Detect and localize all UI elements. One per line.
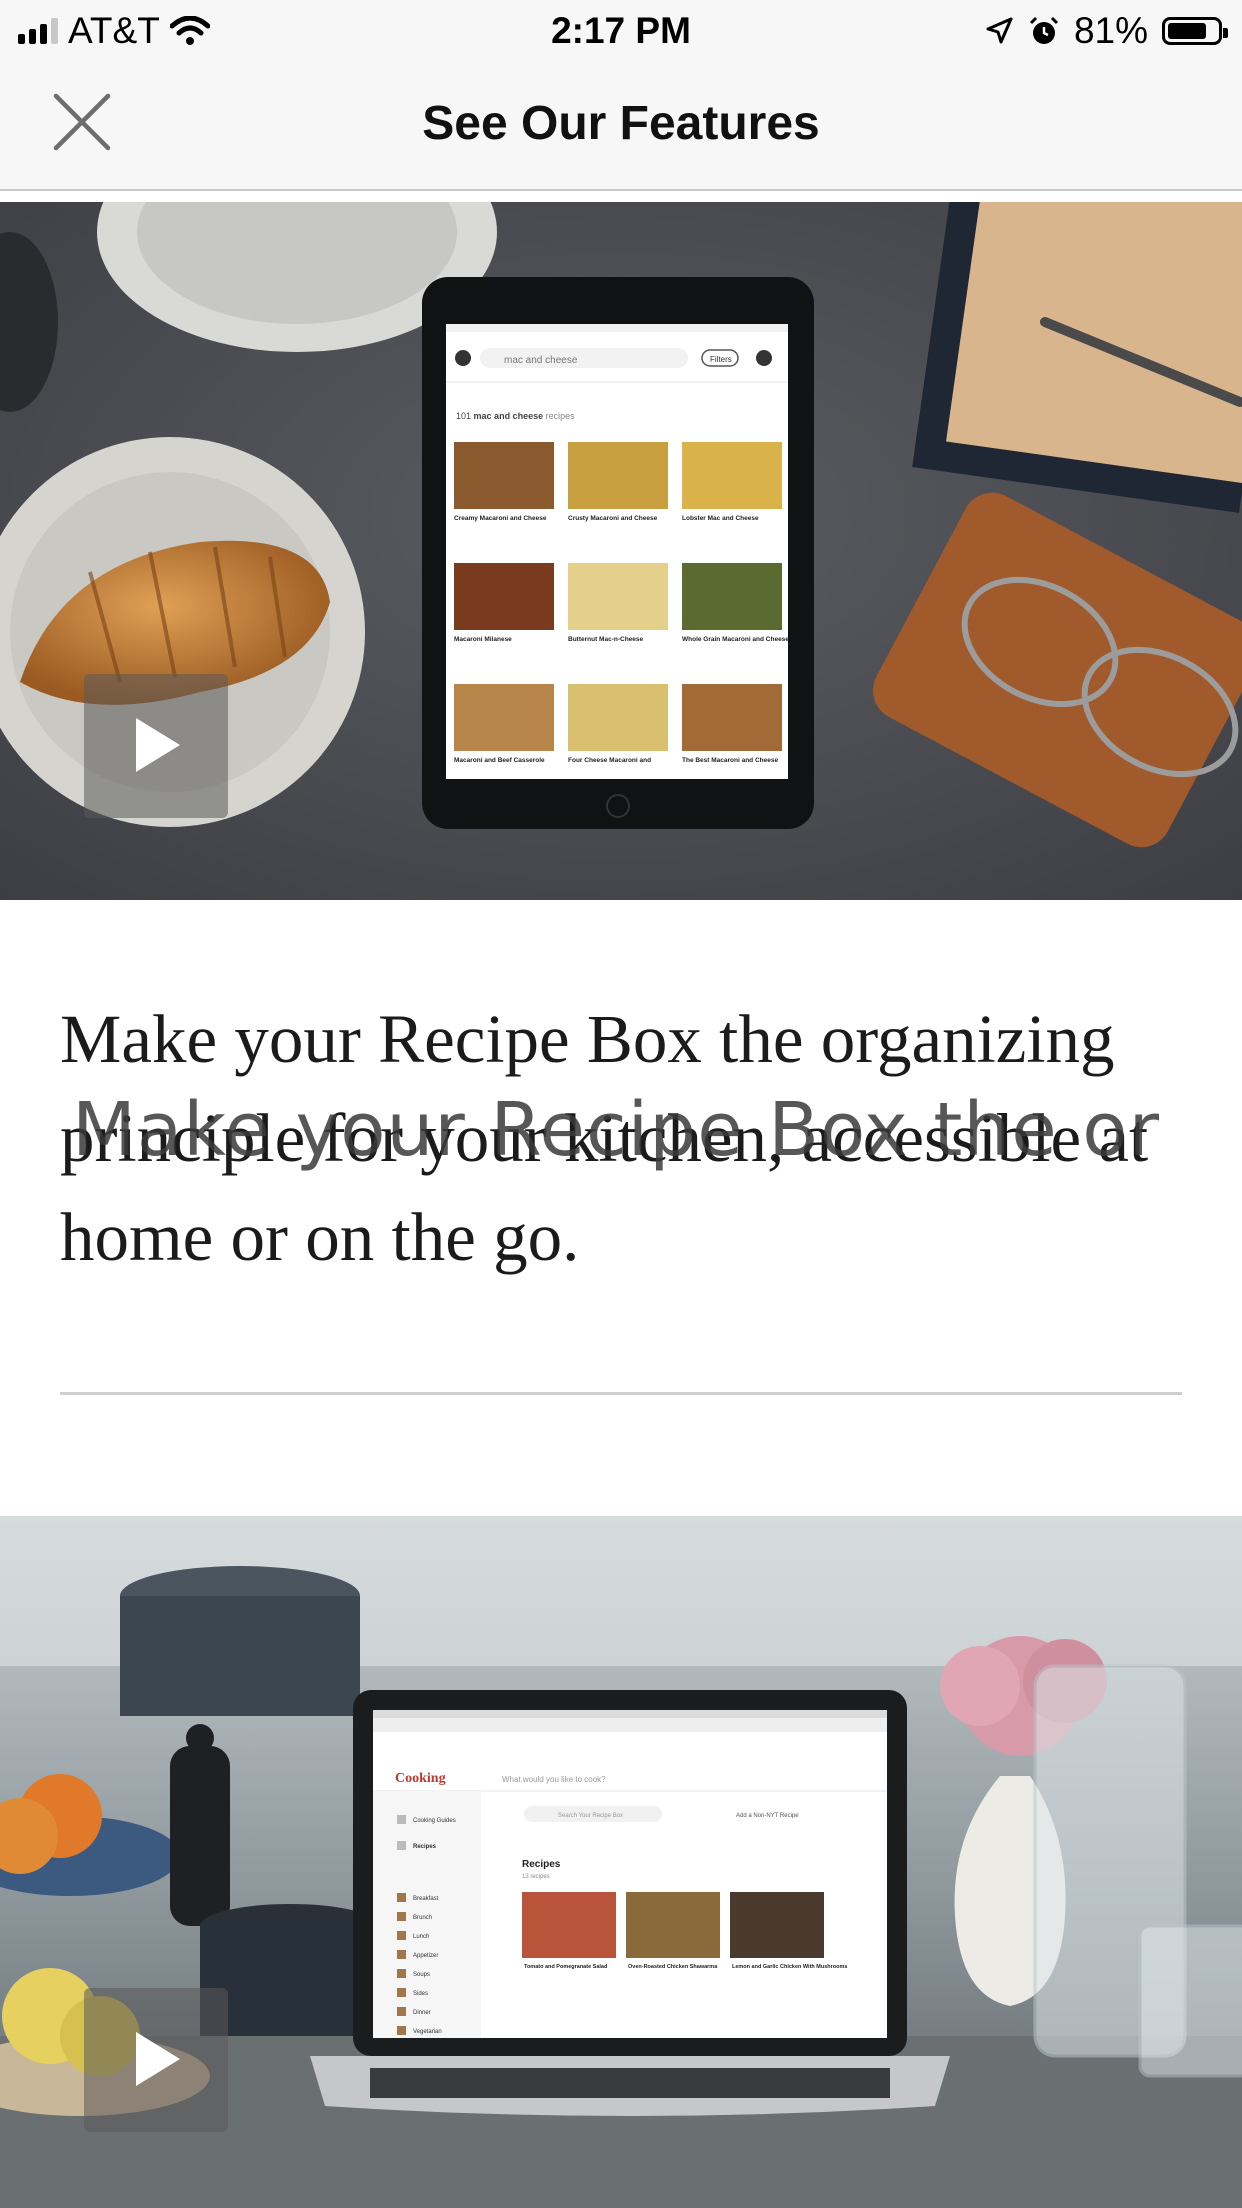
tablet-recipe-title: Creamy Macaroni and Cheese	[454, 515, 547, 522]
battery-percent: 81%	[1073, 10, 1148, 51]
laptop-sidebar-item: Lunch	[413, 1934, 429, 1940]
tablet-filters: Filters	[710, 355, 732, 364]
laptop-recipe-title: Oven-Roasted Chicken Shawarma	[628, 1964, 718, 1970]
status-bar: AT&T 2:17 PM 81%	[0, 0, 1242, 64]
play-button-2[interactable]	[84, 1988, 228, 2132]
laptop-recipe-image	[626, 1892, 720, 1958]
tablet-recipe-title: Macaroni Milanese	[454, 636, 512, 643]
laptop-sidebar-icon	[397, 1893, 406, 1902]
laptop-sidebar-item: Cooking Guides	[413, 1818, 456, 1824]
tablet-recipe-title: Butternut Mac-n-Cheese	[568, 636, 644, 643]
play-icon	[136, 2032, 180, 2086]
laptop-sidebar-icon	[397, 1815, 406, 1824]
tablet-recipe-image	[568, 684, 668, 751]
tablet-recipe-title: Four Cheese Macaroni and	[568, 757, 651, 764]
feature-video-laptop[interactable]: Cooking What would you like to cook? Coo…	[0, 1516, 1242, 2208]
tablet-recipe-title: The Best Macaroni and Cheese	[682, 757, 778, 764]
tablet-recipe-grid: Creamy Macaroni and Cheese Crusty Macaron…	[454, 442, 789, 764]
tablet-recipe-image	[568, 442, 668, 509]
laptop-search: What would you like to cook?	[502, 1775, 606, 1784]
laptop-sidebar-item: Sides	[413, 1991, 428, 1997]
tablet-recipe-image	[682, 442, 782, 509]
laptop-sidebar-icon	[397, 2026, 406, 2035]
laptop-sidebar-icon	[397, 1912, 406, 1921]
tablet-results-query: mac and cheese	[474, 411, 544, 421]
laptop-sidebar-icon	[397, 1841, 406, 1850]
tablet-recipe-title: Whole Grain Macaroni and Cheese	[682, 636, 789, 643]
tablet-recipe-title: Macaroni and Beef Casserole	[454, 757, 545, 764]
battery-icon	[1162, 17, 1228, 45]
laptop-brand: Cooking	[395, 1771, 446, 1786]
laptop-sidebar-icon	[397, 1931, 406, 1940]
laptop-sidebar-item: Appetizer	[413, 1953, 438, 1959]
nav-bar: See Our Features	[0, 64, 1242, 191]
tablet-recipe-title: Crusty Macaroni and Cheese	[568, 515, 658, 522]
feature-video-tablet[interactable]: mac and cheese Filters 101 mac and chees…	[0, 202, 1242, 900]
feature-overlay-text: Make your Recipe Box the or	[72, 1087, 1161, 1173]
play-icon	[136, 718, 180, 772]
laptop-sidebar-icon	[397, 1950, 406, 1959]
tablet-recipe-image	[454, 442, 554, 509]
tablet-search-query: mac and cheese	[504, 355, 578, 366]
tablet-recipe-image	[682, 563, 782, 630]
laptop-sidebar-icon	[397, 2007, 406, 2016]
tablet-results-count: 101	[456, 411, 471, 421]
laptop-search-box: Search Your Recipe Box	[558, 1813, 623, 1819]
laptop-sidebar-item: Brunch	[413, 1915, 432, 1921]
section-divider	[60, 1392, 1182, 1395]
tablet-recipe-title: Lobster Mac and Cheese	[682, 515, 759, 522]
laptop-sidebar-item: Soups	[413, 1972, 430, 1978]
laptop-add-recipe: Add a Non-NYT Recipe	[736, 1813, 799, 1819]
tablet-recipe-image	[454, 684, 554, 751]
laptop-recipe-title: Tomato and Pomegranate Salad	[524, 1964, 607, 1970]
laptop-sidebar-icon	[397, 1969, 406, 1978]
page-title: See Our Features	[422, 97, 820, 150]
play-button[interactable]	[84, 674, 228, 818]
laptop-section-count: 13 recipes	[522, 1874, 550, 1880]
status-right: 81%	[984, 10, 1228, 52]
laptop-sidebar-item: Vegetarian	[413, 2029, 442, 2035]
tablet-recipe-image	[568, 563, 668, 630]
tablet-recipe-image	[454, 563, 554, 630]
alarm-icon	[1029, 16, 1058, 44]
tablet-recipe-image	[682, 684, 782, 751]
laptop-sidebar-item: Dinner	[413, 2010, 431, 2016]
laptop-recipe-image	[522, 1892, 616, 1958]
svg-text:101 mac and cheese: 101 mac and cheese recipes	[456, 411, 575, 421]
laptop-sidebar-item: Recipes	[413, 1844, 437, 1850]
laptop-recipe-title: Lemon and Garlic Chicken With Mushrooms	[732, 1964, 847, 1970]
tablet-results-suffix: recipes	[546, 411, 576, 421]
laptop-recipe-image	[730, 1892, 824, 1958]
laptop-sidebar-item: Breakfast	[413, 1896, 439, 1902]
location-arrow-icon	[986, 17, 1013, 44]
battery-fill	[1168, 23, 1206, 39]
laptop-section-title: Recipes	[522, 1859, 561, 1870]
laptop-sidebar-icon	[397, 1988, 406, 1997]
